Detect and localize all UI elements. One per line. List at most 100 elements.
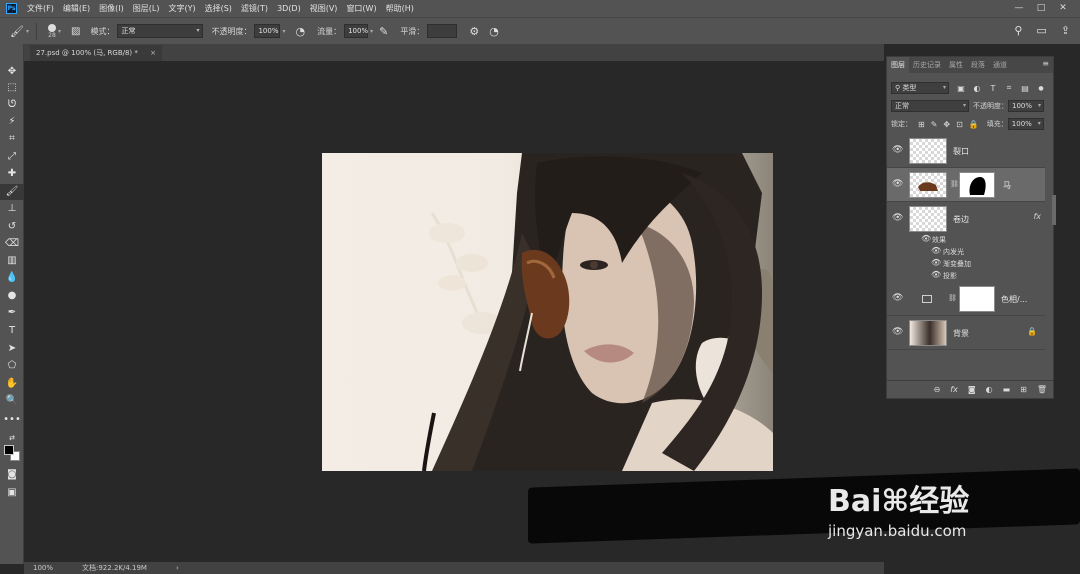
pressure-size-icon[interactable]: ◔ bbox=[489, 25, 499, 38]
tab-paragraph[interactable]: 段落 bbox=[967, 57, 989, 73]
link-layers-icon[interactable]: ⊖ bbox=[934, 385, 941, 394]
delete-layer-icon[interactable]: 🗑 bbox=[1037, 385, 1047, 394]
history-brush-tool-icon[interactable]: ↺ bbox=[0, 219, 24, 235]
opacity-chevron-icon[interactable]: ▾ bbox=[282, 28, 285, 35]
adjustment-filter-icon[interactable]: ◐ bbox=[973, 84, 981, 93]
new-layer-icon[interactable]: ⊞ bbox=[1020, 385, 1027, 394]
lock-artboard-icon[interactable]: ⊡ bbox=[956, 120, 963, 129]
screen-mode-icon[interactable]: ▣ bbox=[0, 485, 24, 501]
layer-name[interactable]: 裂口 bbox=[953, 146, 969, 157]
close-tab-icon[interactable]: × bbox=[150, 45, 156, 61]
close-window-button[interactable]: ✕ bbox=[1052, 1, 1074, 15]
lock-image-icon[interactable]: ✎ bbox=[931, 120, 938, 129]
menu-window[interactable]: 窗口(W) bbox=[346, 3, 376, 14]
blend-mode-select[interactable]: 正常 ▾ bbox=[891, 100, 969, 112]
smart-object-filter-icon[interactable]: ▤ bbox=[1021, 84, 1029, 93]
pixel-filter-icon[interactable]: ▣ bbox=[957, 84, 965, 93]
menu-filter[interactable]: 滤镜(T) bbox=[241, 3, 268, 14]
maximize-button[interactable]: □ bbox=[1030, 1, 1052, 15]
brush-picker-chevron-icon[interactable]: ▾ bbox=[58, 28, 61, 35]
panel-menu-icon[interactable]: ≡ bbox=[1042, 59, 1049, 68]
visibility-eye-icon[interactable]: 👁 bbox=[931, 270, 941, 279]
layer-filter-select[interactable]: ⚲ 类型 ▾ bbox=[891, 82, 949, 94]
pen-tool-icon[interactable]: ✒ bbox=[0, 305, 24, 321]
type-tool-icon[interactable]: T bbox=[0, 323, 24, 339]
layer-row[interactable]: 👁 卷边 fx bbox=[887, 202, 1045, 236]
tab-channels[interactable]: 通道 bbox=[989, 57, 1011, 73]
blur-tool-icon[interactable]: 💧 bbox=[0, 270, 24, 286]
stamp-tool-icon[interactable]: ⊥ bbox=[0, 201, 24, 217]
workspace-icon[interactable]: ▭ bbox=[1036, 24, 1046, 37]
search-icon[interactable]: ⚲ bbox=[1014, 24, 1022, 37]
smoothing-field[interactable] bbox=[427, 24, 458, 38]
eyedropper-tool-icon[interactable]: ⤢ bbox=[0, 149, 24, 165]
lock-all-icon[interactable]: 🔒 bbox=[969, 120, 979, 129]
pressure-opacity-icon[interactable]: ◔ bbox=[295, 25, 305, 38]
shape-filter-icon[interactable]: ⌗ bbox=[1005, 83, 1013, 93]
healing-brush-tool-icon[interactable]: ✚ bbox=[0, 166, 24, 182]
tab-layers[interactable]: 图层 bbox=[887, 57, 909, 73]
smoothing-options-gear-icon[interactable]: ⚙ bbox=[469, 25, 479, 38]
visibility-eye-icon[interactable]: 👁 bbox=[892, 327, 903, 337]
tab-history[interactable]: 历史记录 bbox=[909, 57, 945, 73]
lasso-tool-icon[interactable]: ᘎ bbox=[0, 97, 24, 113]
quick-mask-icon[interactable]: ◙ bbox=[0, 467, 24, 483]
link-chain-icon[interactable]: ⛓ bbox=[950, 180, 959, 188]
lock-transparent-icon[interactable]: ⊞ bbox=[918, 120, 925, 129]
layer-mask-thumbnail[interactable] bbox=[959, 286, 995, 312]
marquee-tool-icon[interactable]: ⬚ bbox=[0, 80, 24, 96]
layers-panel-scrollbar[interactable] bbox=[1052, 195, 1056, 225]
menu-select[interactable]: 选择(S) bbox=[205, 3, 232, 14]
brush-tool-button[interactable]: 🖌 bbox=[0, 184, 24, 200]
menu-view[interactable]: 视图(V) bbox=[310, 3, 338, 14]
dodge-tool-icon[interactable]: ● bbox=[0, 288, 24, 304]
brush-size-picker[interactable]: 28 bbox=[47, 23, 56, 39]
layer-opacity-field[interactable]: 100% ▾ bbox=[1008, 100, 1044, 112]
visibility-eye-icon[interactable]: 👁 bbox=[892, 145, 903, 155]
layer-name[interactable]: 卷边 bbox=[953, 214, 969, 225]
visibility-eye-icon[interactable]: 👁 bbox=[892, 213, 903, 223]
crop-tool-icon[interactable]: ⌗ bbox=[0, 131, 24, 147]
hand-tool-icon[interactable]: ✋ bbox=[0, 376, 24, 392]
more-tools-icon[interactable]: ••• bbox=[0, 412, 24, 428]
path-selection-tool-icon[interactable]: ➤ bbox=[0, 341, 24, 357]
flow-field[interactable]: 100% bbox=[344, 24, 368, 38]
tool-preset-chevron-icon[interactable]: ▾ bbox=[26, 28, 29, 35]
background-layer-row[interactable]: 👁 背景 🔒 bbox=[887, 316, 1045, 350]
layer-row[interactable]: 👁 裂口 bbox=[887, 134, 1045, 168]
status-menu-arrow[interactable]: › bbox=[176, 562, 179, 574]
shape-tool-icon[interactable]: ⬠ bbox=[0, 358, 24, 374]
menu-layer[interactable]: 图层(L) bbox=[133, 3, 160, 14]
flow-chevron-icon[interactable]: ▾ bbox=[370, 28, 373, 35]
new-group-icon[interactable]: ▬ bbox=[1003, 385, 1011, 394]
link-chain-icon[interactable]: ⛓ bbox=[948, 294, 957, 302]
visibility-eye-icon[interactable]: 👁 bbox=[892, 179, 903, 189]
move-tool-icon[interactable]: ✥ bbox=[0, 64, 24, 80]
brush-tool-icon[interactable]: 🖌 bbox=[10, 25, 24, 38]
effect-row[interactable]: 👁 投影 bbox=[887, 269, 1045, 282]
eraser-tool-icon[interactable]: ⌫ bbox=[0, 236, 24, 252]
zoom-level[interactable]: 100% bbox=[33, 562, 53, 574]
adjustment-layer-row[interactable]: 👁 ⛓ 色相/... bbox=[887, 282, 1045, 316]
menu-type[interactable]: 文字(Y) bbox=[168, 3, 195, 14]
mode-select[interactable]: 正常 ▾ bbox=[117, 24, 204, 38]
opacity-field[interactable]: 100% bbox=[254, 24, 281, 38]
layer-name[interactable]: 背景 bbox=[953, 328, 969, 339]
foreground-color-swatch[interactable] bbox=[4, 445, 14, 455]
gradient-tool-icon[interactable]: ▥ bbox=[0, 253, 24, 269]
layer-row-selected[interactable]: 👁 ⛓ 马 bbox=[887, 168, 1045, 202]
visibility-eye-icon[interactable]: 👁 bbox=[931, 246, 941, 255]
new-adjustment-layer-icon[interactable]: ◐ bbox=[986, 385, 993, 394]
menu-file[interactable]: 文件(F) bbox=[27, 3, 54, 14]
menu-edit[interactable]: 编辑(E) bbox=[63, 3, 90, 14]
menu-3d[interactable]: 3D(D) bbox=[277, 4, 301, 13]
add-layer-style-icon[interactable]: fx bbox=[950, 385, 958, 394]
visibility-eye-icon[interactable]: 👁 bbox=[931, 258, 941, 267]
minimize-button[interactable]: — bbox=[1008, 1, 1030, 15]
magic-wand-tool-icon[interactable]: ⚡ bbox=[0, 114, 24, 130]
lock-position-icon[interactable]: ✥ bbox=[943, 120, 950, 129]
type-filter-icon[interactable]: T bbox=[989, 84, 997, 93]
layer-fill-field[interactable]: 100% ▾ bbox=[1007, 118, 1044, 130]
lock-icon[interactable]: 🔒 bbox=[1027, 327, 1037, 336]
menu-image[interactable]: 图像(I) bbox=[99, 3, 124, 14]
